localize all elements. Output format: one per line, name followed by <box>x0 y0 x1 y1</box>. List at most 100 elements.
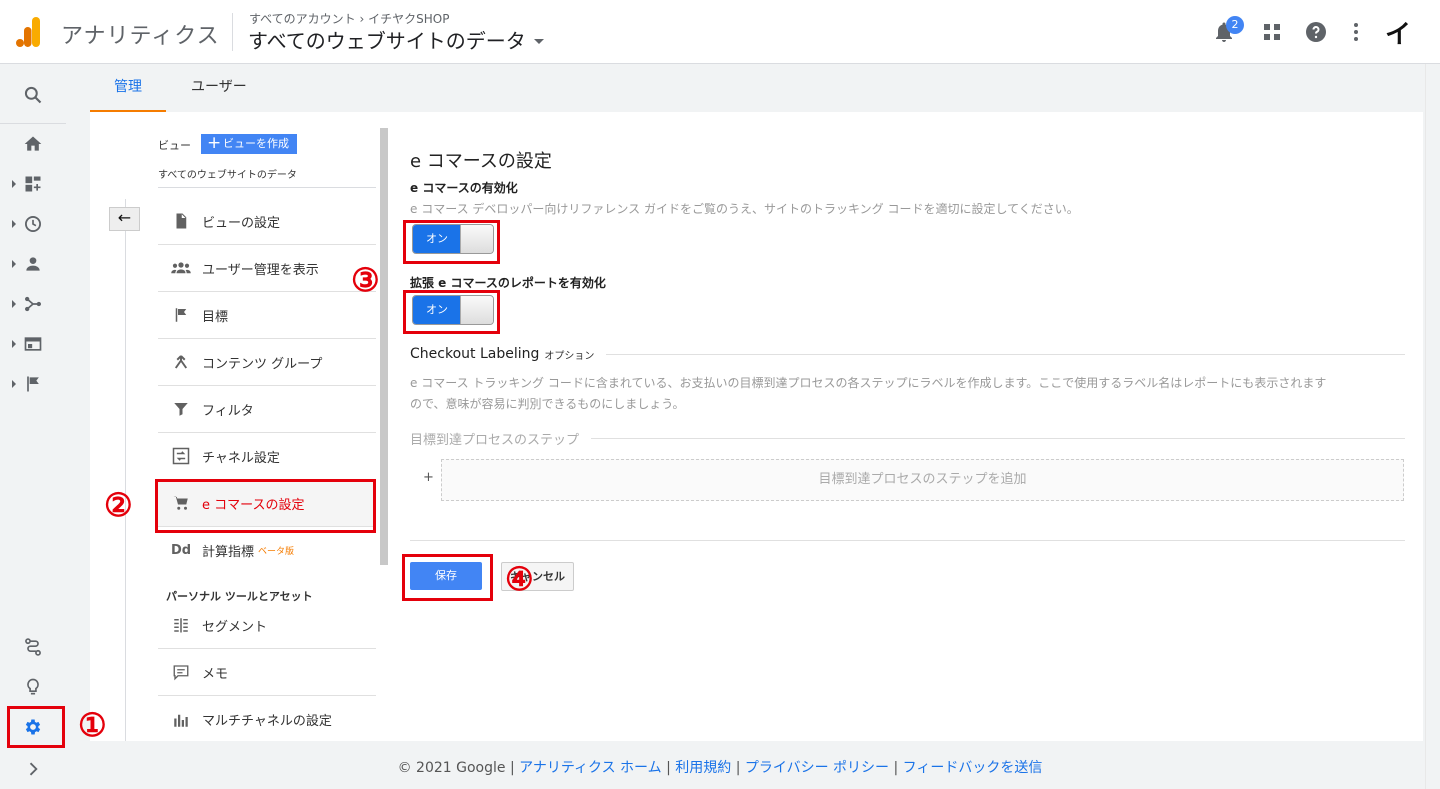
notification-badge: 2 <box>1226 16 1244 34</box>
nav-item-goals[interactable]: 目標 <box>158 292 376 339</box>
section-divider <box>591 438 1405 439</box>
cart-icon <box>173 496 188 510</box>
column-divider <box>125 199 126 741</box>
dashboard-icon <box>25 176 41 192</box>
plus-icon: + <box>423 470 434 485</box>
admin-panel: ← ビュー ビューを作成 すべてのウェブサイトのデータ ビューの設定 ユーザー管… <box>90 112 1423 741</box>
rail-conversions[interactable] <box>0 364 66 404</box>
view-name[interactable]: すべてのウェブサイトのデータ <box>158 166 297 181</box>
description-line: e コマース トラッキング コードに含まれている、お支払いの目標到達プロセスの各… <box>410 376 1327 390</box>
rail-customization[interactable] <box>0 164 66 204</box>
page-scrollbar[interactable] <box>1425 64 1440 789</box>
rail-realtime[interactable] <box>0 204 66 244</box>
actions-divider <box>410 540 1405 541</box>
calculated-metrics-icon: Dd <box>170 543 192 558</box>
back-button[interactable]: ← <box>109 207 140 231</box>
nav-item-multichannel-settings[interactable]: マルチチャネルの設定 <box>158 696 376 743</box>
nav-item-label: チャネル設定 <box>202 450 280 466</box>
beta-badge: ベータ版 <box>258 547 295 557</box>
lightbulb-icon <box>27 678 39 695</box>
app-name: アナリティクス <box>61 24 220 49</box>
footer-link-terms[interactable]: 利用規約 <box>675 760 731 776</box>
create-view-button[interactable]: ビューを作成 <box>201 133 297 154</box>
nav-item-annotations[interactable]: メモ <box>158 649 376 696</box>
rail-acquisition[interactable] <box>0 284 66 324</box>
optional-label: オプション <box>544 350 595 362</box>
enable-ecommerce-description: e コマース デベロッパー向けリファレンス ガイドをご覧のうえ、サイトのトラッキ… <box>410 202 1079 216</box>
expand-arrow-icon <box>12 220 16 228</box>
clock-icon <box>25 216 41 232</box>
tab-user[interactable]: ユーザー <box>167 64 271 112</box>
view-selector-label: すべてのウェブサイトのデータ <box>248 29 526 53</box>
rail-attribution[interactable] <box>0 627 66 667</box>
footer-link-feedback[interactable]: フィードバックを送信 <box>903 760 1043 776</box>
left-rail <box>0 64 66 789</box>
expand-arrow-icon <box>12 380 16 388</box>
rail-behavior[interactable] <box>0 324 66 364</box>
page-title: e コマースの設定 <box>410 151 552 172</box>
funnel-steps-heading: 目標到達プロセスのステップ <box>410 429 1405 448</box>
nav-item-label: メモ <box>202 666 229 682</box>
add-funnel-step-button[interactable]: 目標到達プロセスのステップを追加 <box>441 459 1404 501</box>
help-icon[interactable] <box>1304 20 1328 44</box>
annotation-icon <box>173 665 189 681</box>
nav-item-label: e コマースの設定 <box>202 497 305 513</box>
rail-audience[interactable] <box>0 244 66 284</box>
step-number-2: ② <box>104 486 133 524</box>
enhanced-ecommerce-heading: 拡張 e コマースのレポートを有効化 <box>410 276 606 290</box>
view-selector[interactable]: すべてのウェブサイトのデータ <box>248 25 544 54</box>
footer-link-privacy[interactable]: プライバシー ポリシー <box>745 760 889 776</box>
search-icon <box>24 86 42 104</box>
nav-item-label: ユーザー管理を表示 <box>202 262 319 278</box>
enable-ecommerce-heading: e コマースの有効化 <box>410 181 518 195</box>
footer-link-analytics-home[interactable]: アナリティクス ホーム <box>519 760 662 776</box>
nav-item-label: セグメント <box>202 619 268 635</box>
tab-admin[interactable]: 管理 <box>90 64 166 112</box>
nav-item-channel-settings[interactable]: チャネル設定 <box>158 433 376 480</box>
gear-icon <box>25 719 41 735</box>
nav-item-segments[interactable]: セグメント <box>158 602 376 649</box>
content-grouping-icon <box>174 355 188 369</box>
bar-chart-icon <box>174 714 188 727</box>
admin-tab-bar: 管理 ユーザー <box>66 64 1440 112</box>
rail-search[interactable] <box>0 75 66 115</box>
expand-arrow-icon <box>12 260 16 268</box>
chevron-down-icon <box>533 39 544 44</box>
save-button[interactable]: 保存 <box>410 562 482 590</box>
nav-item-user-management[interactable]: ユーザー管理を表示 <box>158 245 376 292</box>
expand-arrow-icon <box>12 180 16 188</box>
copyright: © 2021 Google <box>397 760 506 776</box>
nav-item-filters[interactable]: フィルタ <box>158 386 376 433</box>
view-name-divider <box>158 187 376 188</box>
flag-icon <box>27 376 39 392</box>
apps-grid-icon[interactable] <box>1260 20 1284 44</box>
nav-item-label: フィルタ <box>202 403 254 419</box>
nav-item-content-grouping[interactable]: コンテンツ グループ <box>158 339 376 386</box>
more-vert-icon[interactable] <box>1344 20 1368 44</box>
enable-ecommerce-toggle[interactable]: オン <box>412 224 494 254</box>
analytics-logo-icon[interactable] <box>16 17 40 47</box>
enhanced-ecommerce-toggle[interactable]: オン <box>412 295 494 325</box>
rail-discover[interactable] <box>0 667 66 707</box>
nav-item-ecommerce-settings[interactable]: e コマースの設定 <box>158 480 376 527</box>
nav-scrollbar[interactable] <box>380 128 388 565</box>
acquisition-icon <box>25 296 41 312</box>
avatar[interactable]: イ <box>1385 14 1411 51</box>
step-number-1: ① <box>78 706 107 744</box>
nav-item-label: ビューの設定 <box>202 215 281 231</box>
footer-sep: | <box>889 760 903 776</box>
rail-home[interactable] <box>0 124 66 164</box>
footer-sep: | <box>731 760 745 776</box>
funnel-steps-label: 目標到達プロセスのステップ <box>410 433 580 448</box>
nav-item-calculated-metrics[interactable]: Dd 計算指標 ベータ版 <box>158 527 376 574</box>
document-icon <box>176 213 187 229</box>
checkout-labeling-description: e コマース トラッキング コードに含まれている、お支払いの目標到達プロセスの各… <box>410 373 1405 415</box>
nav-item-label: 目標 <box>202 309 229 325</box>
header-divider <box>232 13 233 51</box>
toggle-on-label: オン <box>413 225 461 253</box>
view-column: ← ビュー ビューを作成 すべてのウェブサイトのデータ ビューの設定 ユーザー管… <box>90 112 390 741</box>
nav-item-view-settings[interactable]: ビューの設定 <box>158 198 376 245</box>
step-number-3: ③ <box>351 261 380 299</box>
description-line: ので、意味が容易に判別できるものにしましょう。 <box>410 397 685 411</box>
top-bar: アナリティクス すべてのアカウント › イチヤクSHOP すべてのウェブサイトの… <box>0 0 1440 64</box>
